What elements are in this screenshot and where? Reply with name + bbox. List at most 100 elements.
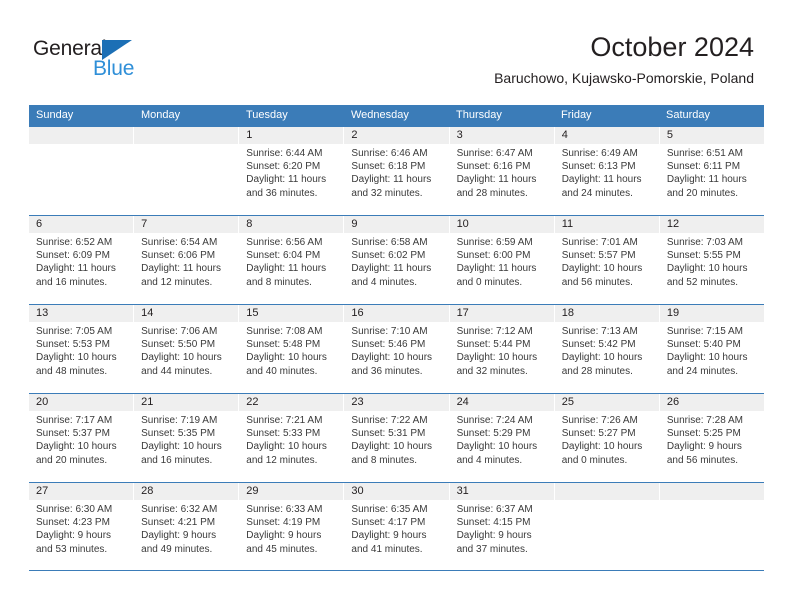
daylight-text-line1: Daylight: 10 hours	[246, 352, 327, 364]
daylight-text-line1: Daylight: 9 hours	[141, 530, 217, 542]
brand-logo[interactable]: General Blue	[33, 38, 163, 86]
calendar-grid: Sunday Monday Tuesday Wednesday Thursday…	[29, 105, 764, 571]
day-cell[interactable]: 20 Sunrise: 7:17 AM Sunset: 5:37 PM Dayl…	[29, 394, 135, 482]
daylight-text-line1: Daylight: 10 hours	[561, 441, 643, 453]
day-cell[interactable]: 6 Sunrise: 6:52 AM Sunset: 6:09 PM Dayli…	[29, 216, 135, 304]
day-cell	[554, 483, 660, 570]
day-cell[interactable]: 7 Sunrise: 6:54 AM Sunset: 6:06 PM Dayli…	[134, 216, 240, 304]
brand-name-general: General	[33, 37, 107, 60]
day-cell[interactable]: 27 Sunrise: 6:30 AM Sunset: 4:23 PM Dayl…	[29, 483, 135, 570]
daylight-text-line2: and 41 minutes.	[351, 543, 423, 555]
day-cell[interactable]: 18 Sunrise: 7:13 AM Sunset: 5:42 PM Dayl…	[554, 305, 660, 393]
day-details: Sunrise: 6:51 AM Sunset: 6:11 PM Dayligh…	[660, 144, 764, 200]
day-details: Sunrise: 7:28 AM Sunset: 5:25 PM Dayligh…	[660, 411, 764, 467]
day-cell[interactable]: 5 Sunrise: 6:51 AM Sunset: 6:11 PM Dayli…	[659, 127, 764, 215]
day-number: 2	[344, 127, 449, 144]
day-cell[interactable]: 16 Sunrise: 7:10 AM Sunset: 5:46 PM Dayl…	[344, 305, 450, 393]
day-cell[interactable]: 29 Sunrise: 6:33 AM Sunset: 4:19 PM Dayl…	[239, 483, 345, 570]
day-number: 27	[29, 483, 134, 500]
day-cell[interactable]: 17 Sunrise: 7:12 AM Sunset: 5:44 PM Dayl…	[449, 305, 555, 393]
sunrise-text: Sunrise: 7:22 AM	[351, 415, 428, 426]
daylight-text-line1: Daylight: 10 hours	[561, 263, 643, 275]
day-cell[interactable]: 2 Sunrise: 6:46 AM Sunset: 6:18 PM Dayli…	[344, 127, 450, 215]
sunset-text: Sunset: 5:25 PM	[666, 428, 741, 440]
weekday-header-tuesday: Tuesday	[246, 109, 288, 121]
day-number: 17	[449, 305, 554, 322]
day-number: 29	[239, 483, 344, 500]
sunset-text: Sunset: 6:20 PM	[246, 161, 321, 173]
sunset-text: Sunset: 4:23 PM	[36, 517, 110, 529]
day-number: 8	[239, 216, 344, 233]
day-cell	[29, 127, 135, 215]
day-cell[interactable]: 28 Sunrise: 6:32 AM Sunset: 4:21 PM Dayl…	[134, 483, 240, 570]
sunrise-text: Sunrise: 7:01 AM	[561, 237, 638, 248]
day-number: 18	[554, 305, 659, 322]
sunset-text: Sunset: 5:27 PM	[561, 428, 636, 440]
sunrise-text: Sunrise: 6:47 AM	[456, 148, 533, 159]
day-cell[interactable]: 30 Sunrise: 6:35 AM Sunset: 4:17 PM Dayl…	[344, 483, 450, 570]
day-cell[interactable]: 3 Sunrise: 6:47 AM Sunset: 6:16 PM Dayli…	[449, 127, 555, 215]
sunrise-text: Sunrise: 7:03 AM	[666, 237, 743, 248]
daylight-text-line1: Daylight: 11 hours	[456, 174, 537, 186]
day-number: 22	[239, 394, 344, 411]
day-number: 11	[554, 216, 659, 233]
week-row: 13 Sunrise: 7:05 AM Sunset: 5:53 PM Dayl…	[29, 304, 764, 393]
day-cell[interactable]: 26 Sunrise: 7:28 AM Sunset: 5:25 PM Dayl…	[659, 394, 764, 482]
day-cell[interactable]: 23 Sunrise: 7:22 AM Sunset: 5:31 PM Dayl…	[344, 394, 450, 482]
sunrise-text: Sunrise: 6:56 AM	[246, 237, 323, 248]
day-cell[interactable]: 9 Sunrise: 6:58 AM Sunset: 6:02 PM Dayli…	[344, 216, 450, 304]
daylight-text-line2: and 44 minutes.	[141, 365, 213, 377]
daylight-text-line1: Daylight: 11 hours	[666, 174, 747, 186]
day-details: Sunrise: 7:05 AM Sunset: 5:53 PM Dayligh…	[29, 322, 133, 378]
daylight-text-line2: and 56 minutes.	[666, 454, 739, 466]
daylight-text-line2: and 45 minutes.	[246, 543, 318, 555]
day-cell[interactable]: 13 Sunrise: 7:05 AM Sunset: 5:53 PM Dayl…	[29, 305, 135, 393]
weekday-header-monday: Monday	[141, 109, 181, 121]
title-block: October 2024 Baruchowo, Kujawsko-Pomorsk…	[494, 32, 754, 87]
daylight-text-line1: Daylight: 9 hours	[246, 530, 322, 542]
day-cell[interactable]: 19 Sunrise: 7:15 AM Sunset: 5:40 PM Dayl…	[659, 305, 764, 393]
sunset-text: Sunset: 6:09 PM	[36, 250, 110, 262]
day-cell[interactable]: 21 Sunrise: 7:19 AM Sunset: 5:35 PM Dayl…	[134, 394, 240, 482]
weekday-header-wednesday: Wednesday	[351, 109, 409, 121]
sunrise-text: Sunrise: 7:24 AM	[456, 415, 533, 426]
day-cell[interactable]: 25 Sunrise: 7:26 AM Sunset: 5:27 PM Dayl…	[554, 394, 660, 482]
daylight-text-line1: Daylight: 10 hours	[351, 352, 433, 364]
daylight-text-line1: Daylight: 9 hours	[36, 530, 112, 542]
day-cell[interactable]: 11 Sunrise: 7:01 AM Sunset: 5:57 PM Dayl…	[554, 216, 660, 304]
sunset-text: Sunset: 5:57 PM	[561, 250, 636, 262]
daylight-text-line1: Daylight: 11 hours	[456, 263, 537, 275]
day-number: 15	[239, 305, 344, 322]
day-details: Sunrise: 6:32 AM Sunset: 4:21 PM Dayligh…	[134, 500, 238, 556]
day-number	[29, 127, 134, 144]
day-details: Sunrise: 6:30 AM Sunset: 4:23 PM Dayligh…	[29, 500, 133, 556]
day-cell[interactable]: 24 Sunrise: 7:24 AM Sunset: 5:29 PM Dayl…	[449, 394, 555, 482]
day-cell[interactable]: 10 Sunrise: 6:59 AM Sunset: 6:00 PM Dayl…	[449, 216, 555, 304]
day-cell[interactable]: 15 Sunrise: 7:08 AM Sunset: 5:48 PM Dayl…	[239, 305, 345, 393]
day-cell[interactable]: 8 Sunrise: 6:56 AM Sunset: 6:04 PM Dayli…	[239, 216, 345, 304]
daylight-text-line1: Daylight: 11 hours	[246, 174, 327, 186]
day-cell[interactable]: 14 Sunrise: 7:06 AM Sunset: 5:50 PM Dayl…	[134, 305, 240, 393]
day-cell[interactable]: 1 Sunrise: 6:44 AM Sunset: 6:20 PM Dayli…	[239, 127, 345, 215]
day-cell	[134, 127, 240, 215]
daylight-text-line2: and 8 minutes.	[246, 276, 312, 288]
sunset-text: Sunset: 6:16 PM	[456, 161, 531, 173]
day-number: 16	[344, 305, 449, 322]
sunrise-text: Sunrise: 6:49 AM	[561, 148, 638, 159]
daylight-text-line1: Daylight: 11 hours	[36, 263, 116, 275]
day-cell[interactable]: 4 Sunrise: 6:49 AM Sunset: 6:13 PM Dayli…	[554, 127, 660, 215]
weekday-header-row: Sunday Monday Tuesday Wednesday Thursday…	[29, 105, 764, 126]
daylight-text-line1: Daylight: 10 hours	[666, 263, 748, 275]
daylight-text-line2: and 32 minutes.	[351, 187, 423, 199]
daylight-text-line2: and 16 minutes.	[141, 454, 213, 466]
weekday-header-friday: Friday	[561, 109, 592, 121]
sunrise-text: Sunrise: 7:17 AM	[36, 415, 113, 426]
sunset-text: Sunset: 6:11 PM	[666, 161, 741, 173]
day-cell[interactable]: 22 Sunrise: 7:21 AM Sunset: 5:33 PM Dayl…	[239, 394, 345, 482]
brand-name-blue: Blue	[93, 57, 135, 80]
day-cell[interactable]: 12 Sunrise: 7:03 AM Sunset: 5:55 PM Dayl…	[659, 216, 764, 304]
day-number: 31	[449, 483, 554, 500]
sunrise-text: Sunrise: 6:33 AM	[246, 504, 323, 515]
day-cell[interactable]: 31 Sunrise: 6:37 AM Sunset: 4:15 PM Dayl…	[449, 483, 555, 570]
day-details: Sunrise: 7:24 AM Sunset: 5:29 PM Dayligh…	[450, 411, 554, 467]
